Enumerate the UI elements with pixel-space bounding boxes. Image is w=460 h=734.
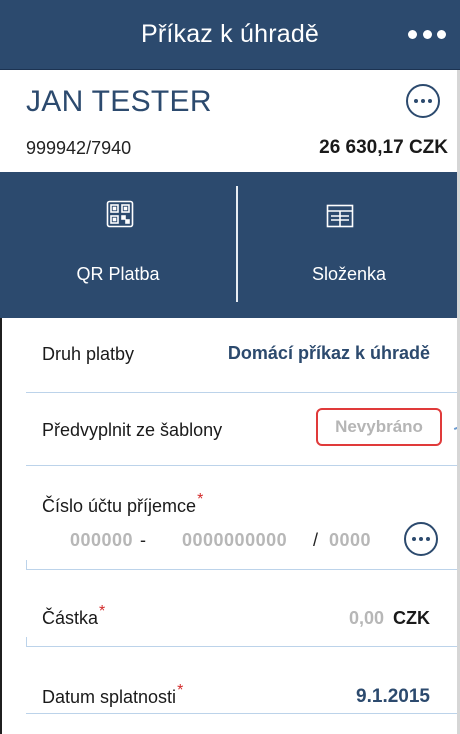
bank-separator: / xyxy=(313,530,319,550)
qr-payment-button[interactable]: QR Platba xyxy=(0,172,236,318)
row-divider xyxy=(26,713,460,714)
required-mark: * xyxy=(177,682,184,699)
amount-input[interactable]: 0,00 xyxy=(349,608,384,629)
account-prefix-input[interactable]: 000000 xyxy=(70,530,133,551)
payment-type-value[interactable]: Domácí příkaz k úhradě xyxy=(228,343,430,364)
bank-code-input[interactable]: 0000 xyxy=(329,530,371,551)
account-number-input[interactable]: 0000000000 xyxy=(182,530,287,551)
frame-edge-left xyxy=(0,318,2,734)
amount-row: Částka* 0,00 CZK xyxy=(0,570,460,647)
payment-actions: QR Platba Složenka xyxy=(0,172,460,318)
more-dot xyxy=(408,29,417,39)
top-app-bar: Příkaz k úhradě xyxy=(0,0,460,70)
page-title: Příkaz k úhradě xyxy=(140,20,320,48)
account-holder-name: JAN TESTER xyxy=(26,85,212,118)
template-label: Předvyplnit ze šablony xyxy=(42,420,223,440)
payment-type-label: Druh platby xyxy=(42,344,135,364)
qr-code-icon xyxy=(106,200,134,228)
account-summary: JAN TESTER 999942/7940 26 630,17 CZK xyxy=(0,70,460,172)
due-date-label: Datum splatnosti* xyxy=(42,682,184,707)
required-mark: * xyxy=(99,603,106,620)
required-mark: * xyxy=(197,491,204,508)
more-dot xyxy=(437,29,446,39)
due-date-row: Datum splatnosti* 9.1.2015 xyxy=(0,647,460,734)
template-row: Předvyplnit ze šablony Nevybráno xyxy=(0,393,460,466)
more-dot xyxy=(422,29,432,39)
payment-type-row[interactable]: Druh platby Domácí příkaz k úhradě xyxy=(0,318,460,393)
more-menu-icon[interactable] xyxy=(408,22,446,46)
due-date-value[interactable]: 9.1.2015 xyxy=(356,686,430,708)
recipient-options-icon[interactable] xyxy=(404,522,438,556)
recipient-account-inputs: 000000 - 0000000000 / 0000 xyxy=(0,530,460,554)
prefix-separator: - xyxy=(140,530,146,550)
account-options-icon[interactable] xyxy=(406,84,440,118)
account-balance: 26 630,17 CZK xyxy=(319,137,448,158)
recipient-account-label: Číslo účtu příjemce* xyxy=(42,491,204,516)
recipient-account-row: Číslo účtu příjemce* 000000 - 0000000000… xyxy=(0,466,460,570)
amount-label: Částka* xyxy=(42,603,106,628)
account-number: 999942/7940 xyxy=(26,138,132,158)
qr-payment-label: QR Platba xyxy=(76,264,160,284)
payment-slip-button[interactable]: Složenka xyxy=(238,172,460,318)
template-select[interactable]: Nevybráno xyxy=(316,408,442,446)
amount-currency: CZK xyxy=(393,608,430,628)
payment-slip-label: Složenka xyxy=(311,264,387,284)
payment-slip-icon xyxy=(326,204,354,228)
